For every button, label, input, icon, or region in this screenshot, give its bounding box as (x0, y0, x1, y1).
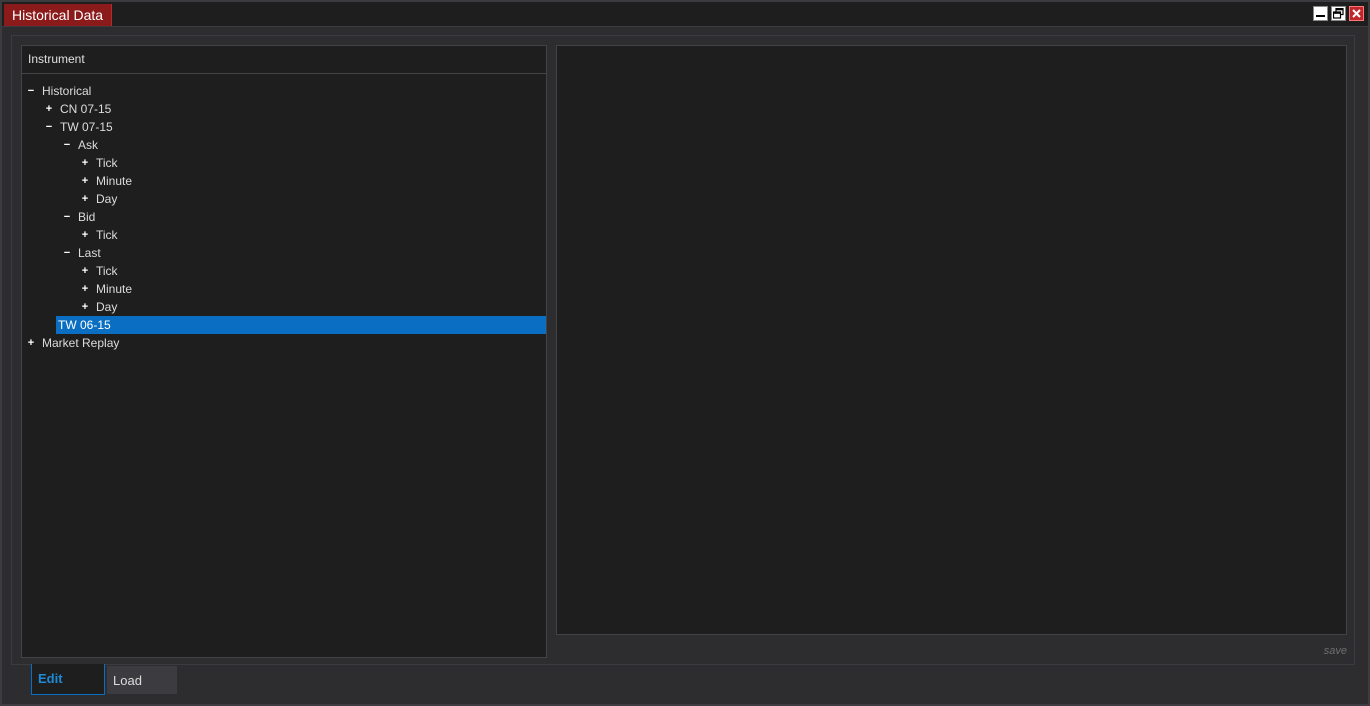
tree-item-label: Historical (42, 84, 92, 98)
historical-data-window: Historical Data Instrument − Historical … (0, 0, 1370, 706)
tree-item-label: Market Replay (42, 336, 120, 350)
tree-item-label: Tick (96, 228, 118, 242)
expand-icon[interactable]: + (26, 334, 36, 352)
tree-item[interactable]: − TW 07-15 (22, 118, 546, 136)
tree-item[interactable]: + Day (22, 190, 546, 208)
expand-icon[interactable]: + (80, 172, 90, 190)
tree-item[interactable]: TW 06-15 (56, 316, 546, 334)
collapse-icon[interactable]: − (44, 118, 54, 136)
tree-item-label: TW 06-15 (58, 318, 111, 332)
tree-item[interactable]: − Bid (22, 208, 546, 226)
tree-item[interactable]: + Market Replay (22, 334, 546, 352)
window-controls (1313, 6, 1364, 21)
tree-item-label: Tick (96, 264, 118, 278)
tree-item-label: Day (96, 192, 118, 206)
tree-item[interactable]: − Historical (22, 82, 546, 100)
tab-load[interactable]: Load (107, 666, 177, 694)
instrument-panel: Instrument − Historical + CN 07-15− TW 07-15… (21, 45, 547, 658)
instrument-tree: − Historical + CN 07-15− TW 07-15− Ask + Tick + M… (22, 74, 546, 352)
expand-icon[interactable]: + (80, 262, 90, 280)
expand-icon[interactable]: + (44, 100, 54, 118)
expand-icon[interactable]: + (80, 226, 90, 244)
tree-item-label: Tick (96, 156, 118, 170)
tree-item-label: Ask (78, 138, 99, 152)
window-title: Historical Data (4, 4, 113, 26)
collapse-icon[interactable]: − (26, 82, 36, 100)
details-panel (556, 45, 1347, 635)
tree-item[interactable]: + CN 07-15 (22, 100, 546, 118)
instrument-header: Instrument (22, 46, 546, 74)
tree-item-label: Bid (78, 210, 96, 224)
expand-icon[interactable]: + (80, 280, 90, 298)
tree-item[interactable]: + Day (22, 298, 546, 316)
collapse-icon[interactable]: − (62, 136, 72, 154)
collapse-icon[interactable]: − (62, 208, 72, 226)
expand-icon[interactable]: + (80, 298, 90, 316)
tree-item-label: Day (96, 300, 118, 314)
tree-item-label: Last (78, 246, 101, 260)
tab-edit[interactable]: Edit (31, 664, 105, 695)
tree-item-label: TW 07-15 (60, 120, 113, 134)
expand-icon[interactable]: + (80, 154, 90, 172)
tree-item-label: CN 07-15 (60, 102, 112, 116)
bottom-tabs: Edit Load (31, 664, 177, 695)
restore-icon[interactable] (1331, 6, 1346, 21)
close-icon[interactable] (1349, 6, 1364, 21)
tree-item-label: Minute (96, 174, 133, 188)
tree-item[interactable]: + Minute (22, 172, 546, 190)
tree-item[interactable]: + Minute (22, 280, 546, 298)
tree-item-label: Minute (96, 282, 133, 296)
content-area: Instrument − Historical + CN 07-15− TW 07-15… (11, 35, 1355, 665)
minimize-icon[interactable] (1313, 6, 1328, 21)
expand-icon[interactable]: + (80, 190, 90, 208)
tree-item[interactable]: − Last (22, 244, 546, 262)
save-link[interactable]: save (1324, 645, 1347, 657)
tree-item[interactable]: − Ask (22, 136, 546, 154)
collapse-icon[interactable]: − (62, 244, 72, 262)
tree-item[interactable]: + Tick (22, 262, 546, 280)
title-bar[interactable]: Historical Data (2, 2, 1368, 27)
tree-item[interactable]: + Tick (22, 226, 546, 244)
tree-item[interactable]: + Tick (22, 154, 546, 172)
